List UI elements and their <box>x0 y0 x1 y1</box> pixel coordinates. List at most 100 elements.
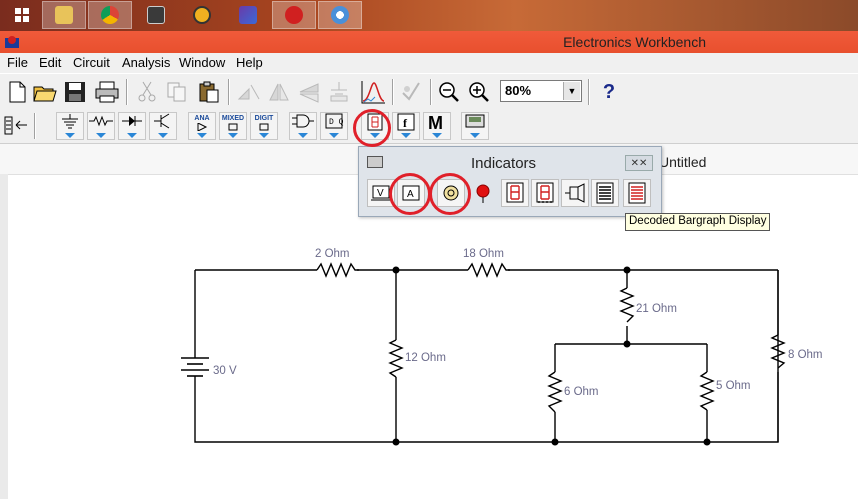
tooltip: Decoded Bargraph Display <box>625 213 771 231</box>
warning-circle-icon <box>193 6 211 24</box>
taskbar-electronics-workbench[interactable] <box>272 1 316 29</box>
help-button[interactable]: ? <box>596 79 622 105</box>
toolbar-separator <box>228 79 230 105</box>
menu-window[interactable]: Window <box>179 55 225 70</box>
zoom-out-button[interactable] <box>436 79 462 105</box>
cut-button[interactable] <box>134 79 160 105</box>
paste-button[interactable] <box>196 79 222 105</box>
new-button[interactable] <box>4 79 30 105</box>
menu-edit[interactable]: Edit <box>39 55 61 70</box>
favorites-bin-button[interactable] <box>3 112 29 138</box>
analog-ics-bin-button[interactable]: ANA <box>188 112 216 140</box>
chevron-down-icon <box>158 133 168 138</box>
printer-icon <box>95 81 119 103</box>
flip-vertical-button[interactable] <box>296 79 322 105</box>
toolbar-separator <box>34 113 36 139</box>
svg-text:D Q: D Q <box>329 118 344 127</box>
rotate-icon <box>237 84 260 100</box>
paint-icon <box>331 6 349 24</box>
bargraph-display-button[interactable] <box>591 179 619 207</box>
diodes-bin-button[interactable] <box>118 112 146 140</box>
open-button[interactable] <box>32 79 58 105</box>
zoom-out-icon <box>439 82 459 102</box>
close-button[interactable]: ✕✕ <box>625 155 653 171</box>
graphs-button[interactable] <box>358 78 388 106</box>
svg-text:V: V <box>377 188 384 199</box>
svg-text:M: M <box>428 113 443 131</box>
close-icon: ✕✕ <box>630 157 648 169</box>
basic-bin-button[interactable] <box>87 112 115 140</box>
function-icon: f <box>397 113 415 131</box>
copy-button[interactable] <box>164 79 190 105</box>
menu-bar: File Edit Circuit Analysis Window Help <box>0 53 858 73</box>
workspace-title: Untitled <box>659 154 707 170</box>
taskbar-paint[interactable] <box>318 1 362 29</box>
chevron-down-icon <box>470 133 480 138</box>
toolbar-separator <box>430 79 432 105</box>
buzzer-button[interactable] <box>561 179 589 207</box>
menu-file[interactable]: File <box>7 55 28 70</box>
decoded-seven-segment-button[interactable] <box>531 179 559 207</box>
highlight-circle-bulb <box>429 173 471 215</box>
seven-segment-display-icon <box>506 182 524 203</box>
taskbar-app-4[interactable] <box>180 1 224 29</box>
resistor-icon <box>89 115 113 127</box>
mixed-ics-label: MIXED <box>221 115 245 122</box>
digital-ics-label: DIGIT <box>254 115 274 122</box>
zoom-in-icon <box>469 82 489 102</box>
toolbar-separator <box>588 79 590 105</box>
subcircuit-button[interactable] <box>398 79 424 105</box>
chevron-down-icon <box>228 133 238 138</box>
favorites-icon <box>4 116 27 135</box>
chevron-down-icon <box>96 133 106 138</box>
instrument-icon <box>465 114 485 128</box>
decoded-bargraph-display-button[interactable] <box>623 179 651 207</box>
flip-vertical-icon <box>299 83 319 103</box>
sources-bin-button[interactable] <box>56 112 84 140</box>
menu-analysis[interactable]: Analysis <box>122 55 170 70</box>
taskbar-chrome[interactable] <box>88 1 132 29</box>
visual-studio-icon <box>239 6 257 24</box>
chrome-icon <box>101 6 119 24</box>
chevron-down-icon <box>127 133 137 138</box>
digital-bin-button[interactable]: D Q <box>320 112 348 140</box>
taskbar-app-3[interactable] <box>134 1 178 29</box>
digital-ics-bin-button[interactable]: DIGIT <box>250 112 278 140</box>
taskbar-visual-studio[interactable] <box>226 1 270 29</box>
chevron-down-icon <box>197 133 207 138</box>
probe-button[interactable] <box>469 179 497 207</box>
zoom-in-button[interactable] <box>466 79 492 105</box>
mixed-ics-bin-button[interactable]: MIXED <box>219 112 247 140</box>
component-properties-button[interactable] <box>326 79 352 105</box>
chevron-down-icon <box>259 133 269 138</box>
app-icon <box>5 36 19 48</box>
title-bar: Electronics Workbench <box>0 31 858 53</box>
subcircuit-icon <box>402 82 420 101</box>
save-button[interactable] <box>62 79 88 105</box>
start-button[interactable] <box>0 1 44 29</box>
miscellaneous-bin-button[interactable]: M <box>423 112 451 140</box>
flip-horizontal-button[interactable] <box>266 79 292 105</box>
decoded-bargraph-icon <box>628 182 646 204</box>
and-gate-icon <box>292 114 314 128</box>
logic-gates-bin-button[interactable] <box>289 112 317 140</box>
chevron-down-icon <box>432 133 442 138</box>
instruments-bin-button[interactable] <box>461 112 489 140</box>
component-properties-icon <box>330 82 348 102</box>
transistors-bin-button[interactable] <box>149 112 177 140</box>
controls-bin-button[interactable]: f <box>392 112 420 140</box>
taskbar-file-explorer[interactable] <box>42 1 86 29</box>
main-toolbar: 80% ▼ ? <box>0 73 858 110</box>
rotate-button[interactable] <box>236 79 262 105</box>
diode-icon <box>122 116 142 126</box>
print-button[interactable] <box>94 79 120 105</box>
menu-circuit[interactable]: Circuit <box>73 55 110 70</box>
graph-chart-icon <box>361 81 385 104</box>
misc-m-icon: M <box>428 113 443 131</box>
ground-source-icon <box>62 114 78 129</box>
seven-segment-display-button[interactable] <box>501 179 529 207</box>
chevron-down-icon[interactable]: ▼ <box>563 82 580 100</box>
zoom-level-select[interactable]: 80% ▼ <box>500 80 582 102</box>
menu-help[interactable]: Help <box>236 55 263 70</box>
copy-icon <box>167 82 186 102</box>
